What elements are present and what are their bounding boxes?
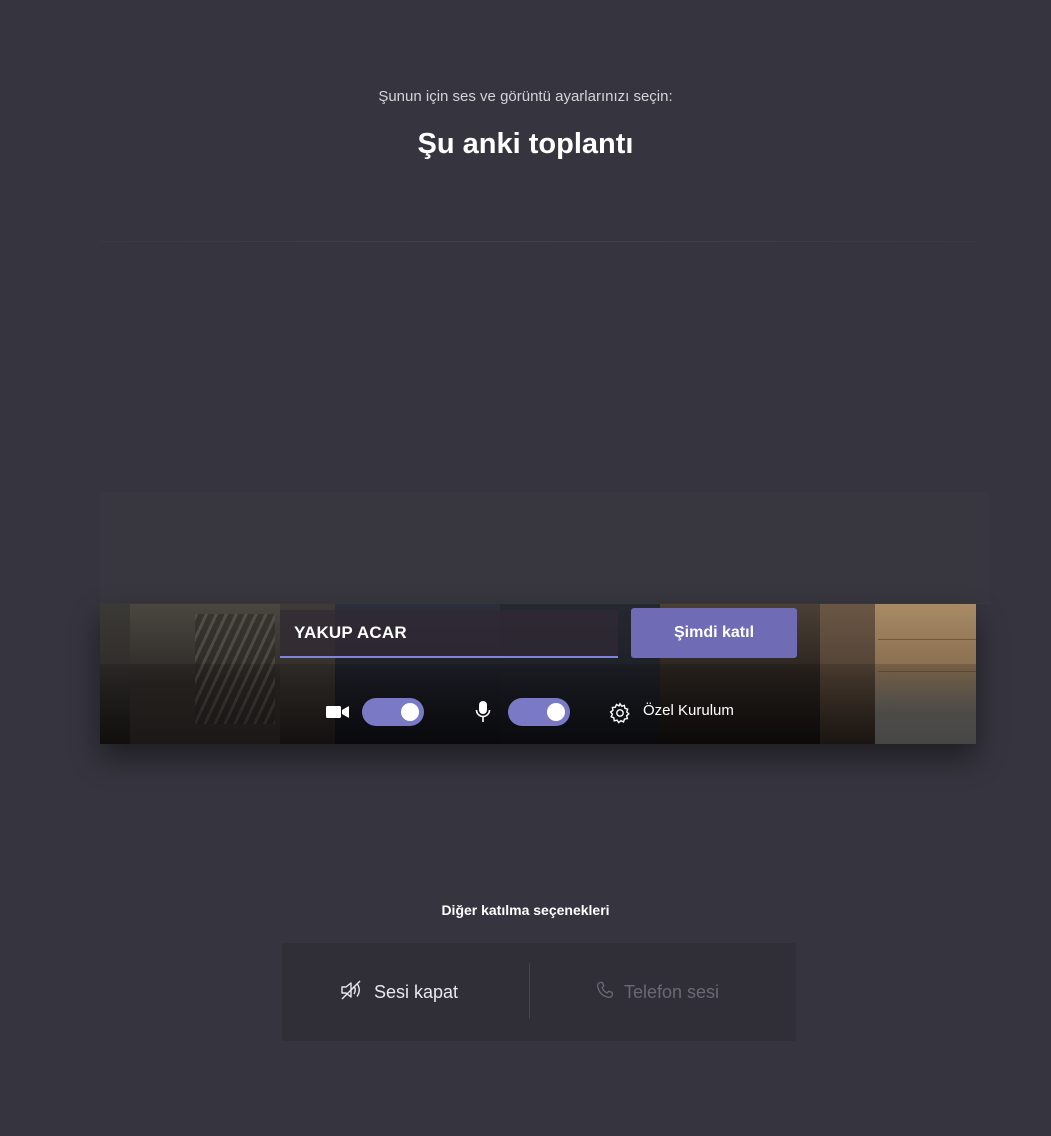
gear-icon[interactable] (607, 700, 633, 726)
divider (100, 241, 976, 242)
other-join-options: Sesi kapat Telefon sesi (282, 943, 796, 1041)
microphone-toggle[interactable] (508, 698, 570, 726)
speaker-muted-icon (340, 979, 374, 1006)
microphone-icon (472, 698, 494, 726)
phone-audio-button[interactable]: Telefon sesi (596, 943, 719, 1041)
phone-icon (596, 981, 624, 1004)
camera-toggle[interactable] (362, 698, 424, 726)
meeting-title: Şu anki toplantı (417, 128, 634, 160)
custom-setup-link[interactable]: Özel Kurulum (643, 702, 734, 719)
video-preview-card: Şimdi katıl (100, 604, 976, 744)
phone-audio-label: Telefon sesi (624, 981, 720, 1002)
mute-audio-button[interactable]: Sesi kapat (340, 943, 458, 1041)
preview-panel (100, 492, 990, 604)
microphone-toggle-knob (547, 703, 565, 721)
mute-audio-label: Sesi kapat (374, 981, 459, 1002)
video-camera-icon (324, 702, 352, 722)
camera-toggle-knob (401, 703, 419, 721)
other-join-options-title: Diğer katılma seçenekleri (441, 902, 610, 918)
settings-subtitle: Şunun için ses ve görüntü ayarlarınızı s… (378, 88, 673, 105)
device-controls: Özel Kurulum (100, 692, 976, 732)
options-divider (529, 963, 530, 1019)
join-now-button[interactable]: Şimdi katıl (631, 608, 797, 658)
display-name-input[interactable] (280, 610, 618, 658)
